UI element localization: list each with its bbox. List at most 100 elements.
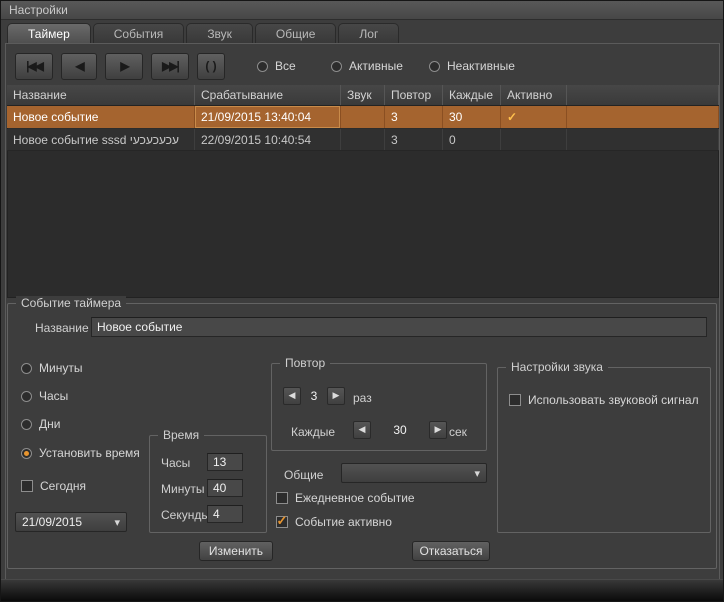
status-bar	[1, 579, 723, 601]
checkbox-label: Использовать звуковой сигнал	[528, 393, 699, 407]
spinner-value[interactable]: 30	[371, 423, 429, 437]
radio-icon	[21, 363, 32, 374]
cell-filler	[567, 106, 719, 128]
mode-radio-days[interactable]: Дни	[21, 417, 60, 431]
spinner-value[interactable]: 3	[301, 389, 327, 403]
filter-radio-inactive[interactable]: Неактивные	[429, 59, 515, 73]
radio-label: Все	[275, 59, 296, 73]
radio-icon	[21, 391, 32, 402]
title-bar[interactable]: Настройки	[1, 1, 723, 20]
spinner-decrement-icon[interactable]: ◀	[283, 387, 301, 405]
previous-icon: ◀	[75, 59, 82, 73]
column-header-name[interactable]: Название	[7, 85, 195, 105]
radio-label: Часы	[39, 389, 68, 403]
mode-radio-set-time[interactable]: Установить время	[21, 446, 140, 460]
general-dropdown[interactable]: ▾	[341, 463, 487, 483]
checkbox-label: Событие активно	[295, 515, 392, 529]
checkbox-icon	[509, 394, 521, 406]
cancel-button[interactable]: Отказаться	[412, 541, 490, 561]
seconds-input[interactable]	[207, 505, 243, 523]
column-header-repeat[interactable]: Повтор	[385, 85, 443, 105]
edit-button[interactable]: Изменить	[199, 541, 273, 561]
go-last-button[interactable]: ▶▶|	[151, 53, 189, 80]
checkbox-checked-icon: ✓	[276, 516, 288, 528]
minutes-label: Минуты	[161, 482, 204, 496]
filter-radio-active[interactable]: Активные	[331, 59, 403, 73]
event-name-input[interactable]	[91, 317, 707, 337]
hours-input[interactable]	[207, 453, 243, 471]
window-title: Настройки	[9, 3, 68, 17]
skip-last-icon: ▶▶|	[162, 59, 178, 73]
radio-icon	[429, 61, 440, 72]
use-sound-checkbox[interactable]: Использовать звуковой сигнал	[509, 393, 699, 407]
cell-trigger: 21/09/2015 13:40:04	[195, 106, 341, 128]
cell-name: Новое событие	[7, 106, 195, 128]
spinner-increment-icon[interactable]: ▶	[429, 421, 447, 439]
tab-general[interactable]: Общие	[255, 23, 336, 44]
every-unit-label: сек	[449, 425, 467, 439]
radio-label: Активные	[349, 59, 403, 73]
cell-every: 30	[443, 106, 501, 128]
name-label: Название	[35, 321, 89, 335]
tab-sound[interactable]: Звук	[186, 23, 253, 44]
tab-timer[interactable]: Таймер	[7, 23, 91, 44]
cell-active	[501, 129, 567, 150]
checkbox-label: Ежедневное событие	[295, 491, 415, 505]
table-row[interactable]: Новое событие sssd עכעכעכעי 22/09/2015 1…	[7, 129, 719, 151]
repeat-count-spinner: ◀ 3 ▶	[283, 387, 345, 405]
play-icon: ▶	[120, 59, 127, 73]
checkbox-label: Сегодня	[40, 479, 86, 493]
radio-label: Неактивные	[447, 59, 515, 73]
mode-radio-hours[interactable]: Часы	[21, 389, 68, 403]
cell-active: ✓	[501, 106, 567, 128]
cell-repeat: 3	[385, 106, 443, 128]
spinner-increment-icon[interactable]: ▶	[327, 387, 345, 405]
checkbox-icon	[276, 492, 288, 504]
column-header-sound[interactable]: Звук	[341, 85, 385, 105]
radio-icon	[331, 61, 342, 72]
today-checkbox[interactable]: Сегодня	[21, 479, 86, 493]
date-dropdown[interactable]: 21/09/2015 ▾	[15, 512, 127, 532]
daily-event-checkbox[interactable]: Ежедневное событие	[276, 491, 415, 505]
group-title: Событие таймера	[16, 296, 126, 310]
event-active-checkbox[interactable]: ✓ Событие активно	[276, 515, 392, 529]
column-header-active[interactable]: Активно	[501, 85, 567, 105]
every-spinner: ◀ 30 ▶	[353, 421, 447, 439]
tab-label: Таймер	[28, 27, 70, 41]
refresh-button[interactable]: ( )	[197, 53, 225, 80]
play-button[interactable]: ▶	[105, 53, 143, 80]
spinner-decrement-icon[interactable]: ◀	[353, 421, 371, 439]
tab-label: Лог	[359, 27, 378, 41]
filter-radio-all[interactable]: Все	[257, 59, 296, 73]
radio-icon	[21, 419, 32, 430]
minutes-input[interactable]	[207, 479, 243, 497]
table-row-selected[interactable]: Новое событие 21/09/2015 13:40:04 3 30 ✓	[7, 106, 719, 128]
table-header: Название Срабатывание Звук Повтор Каждые…	[7, 85, 719, 106]
date-value: 21/09/2015	[22, 515, 82, 529]
cell-repeat: 3	[385, 129, 443, 150]
group-title: Настройки звука	[506, 360, 608, 374]
repeat-unit-label: раз	[353, 391, 372, 405]
general-label: Общие	[284, 468, 323, 482]
cell-name: Новое событие sssd עכעכעכעי	[7, 129, 195, 150]
column-header-trigger[interactable]: Срабатывание	[195, 85, 341, 105]
tab-label: Общие	[276, 27, 315, 41]
column-header-every[interactable]: Каждые	[443, 85, 501, 105]
radio-icon	[21, 448, 32, 459]
chevron-down-icon: ▾	[474, 467, 480, 480]
go-first-button[interactable]: |◀◀	[15, 53, 53, 80]
tab-events[interactable]: События	[93, 23, 185, 44]
check-icon: ✓	[277, 514, 288, 527]
radio-label: Дни	[39, 417, 60, 431]
mode-radio-minutes[interactable]: Минуты	[21, 361, 82, 375]
every-label: Каждые	[291, 425, 335, 439]
hours-label: Часы	[161, 456, 190, 470]
cell-trigger: 22/09/2015 10:40:54	[195, 129, 341, 150]
radio-label: Минуты	[39, 361, 82, 375]
tab-log[interactable]: Лог	[338, 23, 399, 44]
column-header-filler	[567, 85, 719, 105]
chevron-down-icon: ▾	[114, 516, 120, 529]
tab-bar: Таймер События Звук Общие Лог	[7, 23, 399, 44]
go-previous-button[interactable]: ◀	[61, 53, 97, 80]
radio-icon	[257, 61, 268, 72]
